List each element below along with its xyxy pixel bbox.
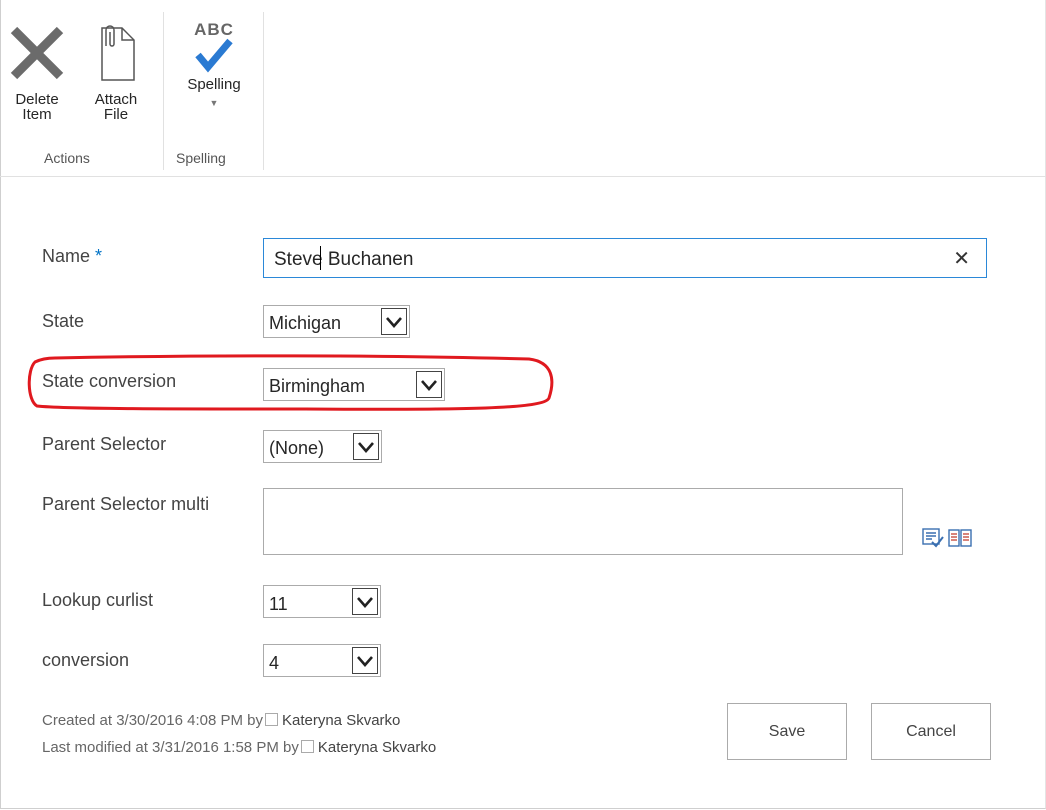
- parent-selector-multi-input[interactable]: [263, 488, 903, 555]
- conversion-label: conversion: [42, 650, 130, 670]
- ribbon: Delete Item Attach File ABC Spelling ▼ A…: [0, 0, 1046, 177]
- presence-icon: [300, 740, 314, 753]
- abc-label: ABC: [194, 20, 234, 39]
- delete-item-button[interactable]: Delete Item: [6, 24, 68, 122]
- delete-label-line1: Delete: [15, 91, 59, 108]
- ribbon-separator-2: [263, 12, 264, 170]
- name-label: Name *: [42, 246, 103, 266]
- state-select[interactable]: Michigan: [263, 305, 410, 338]
- attach-label-line1: Attach: [94, 91, 138, 108]
- name-input-value: Steve Buchanen: [274, 249, 414, 270]
- lookup-curlist-select[interactable]: 11: [263, 585, 381, 618]
- group-label-actions: Actions: [44, 150, 90, 166]
- chevron-down-icon: ▼: [209, 98, 219, 108]
- created-by-user-link[interactable]: Kateryna Skvarko: [282, 712, 400, 729]
- attach-file-button[interactable]: Attach File: [84, 24, 148, 122]
- chevron-down-icon: [353, 433, 379, 460]
- name-input[interactable]: Steve Buchanen ✕: [263, 238, 987, 278]
- attach-file-icon: [101, 25, 135, 81]
- chevron-down-icon: [352, 588, 378, 615]
- chevron-down-icon: [381, 308, 407, 335]
- conversion-select[interactable]: 4: [263, 644, 381, 677]
- cancel-button[interactable]: Cancel: [871, 703, 991, 760]
- parent-selector-select-value: (None): [269, 438, 325, 458]
- state-select-value: Michigan: [269, 313, 342, 333]
- conversion-select-value: 4: [269, 653, 280, 673]
- browse-icon[interactable]: [948, 528, 974, 548]
- spell-check-icon: [195, 38, 233, 73]
- group-label-spelling: Spelling: [176, 150, 226, 166]
- delete-label-line2: Item: [22, 106, 52, 123]
- check-names-icon[interactable]: [922, 528, 944, 548]
- clear-icon[interactable]: ✕: [953, 246, 970, 271]
- parent-selector-select[interactable]: (None): [263, 430, 382, 463]
- attach-label-line2: File: [103, 106, 129, 123]
- text-cursor: [320, 246, 321, 270]
- presence-icon: [264, 713, 278, 726]
- lookup-curlist-label: Lookup curlist: [42, 590, 154, 610]
- state-label: State: [42, 311, 85, 331]
- save-button[interactable]: Save: [727, 703, 847, 760]
- lookup-curlist-select-value: 11: [269, 594, 288, 614]
- spelling-label: Spelling: [187, 76, 241, 93]
- spelling-button[interactable]: ABC Spelling ▼: [176, 20, 252, 111]
- highlight-outline: [27, 354, 554, 411]
- modified-by-user-link[interactable]: Kateryna Skvarko: [318, 739, 436, 756]
- created-info: Created at 3/30/2016 4:08 PM by Kateryna …: [42, 712, 401, 729]
- parent-selector-multi-label: Parent Selector multi: [42, 494, 210, 514]
- chevron-down-icon: [352, 647, 378, 674]
- required-mark: *: [95, 246, 103, 266]
- ribbon-separator-1: [163, 12, 164, 170]
- modified-info: Last modified at 3/31/2016 1:58 PM by Kat…: [42, 739, 437, 756]
- parent-selector-label: Parent Selector: [42, 434, 167, 454]
- delete-x-icon: [10, 26, 64, 80]
